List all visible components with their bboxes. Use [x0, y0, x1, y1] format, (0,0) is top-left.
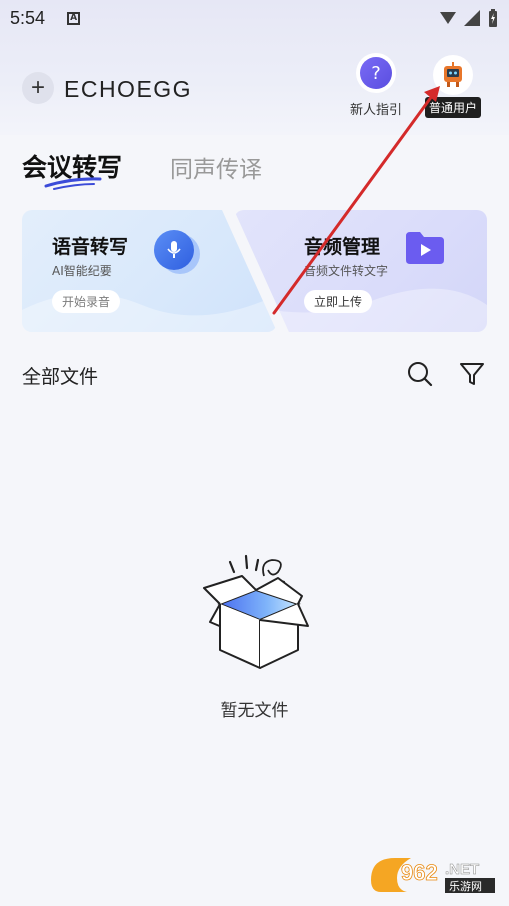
card-title: 语音转写 [52, 236, 129, 258]
audio-management-card[interactable]: 音频管理 音频文件转文字 立即上传 [234, 210, 487, 332]
user-type-badge: 普通用户 [424, 97, 481, 118]
watermark-site: 乐游网 [449, 880, 482, 893]
cell-signal-icon [464, 10, 480, 26]
new-user-guide-button[interactable]: ? 新人指引 [346, 57, 406, 118]
user-profile-button[interactable]: 普通用户 [420, 57, 486, 118]
search-icon[interactable] [406, 360, 434, 388]
status-indicators [439, 8, 499, 28]
watermark-suffix: .NET [445, 861, 479, 878]
watermark-logo: 962 .NET 乐游网 [367, 852, 501, 900]
notification-icon: A [67, 11, 81, 25]
filter-icon[interactable] [458, 360, 486, 388]
microphone-icon [154, 230, 194, 270]
guide-label: 新人指引 [349, 103, 402, 118]
add-button[interactable]: + [22, 72, 54, 104]
signal-icon [440, 12, 456, 24]
voice-transcription-card[interactable]: 语音转写 AI智能纪要 开始录音 [22, 210, 277, 332]
empty-label: 暂无文件 [220, 701, 289, 721]
tab-underline-icon [44, 177, 102, 190]
battery-icon [489, 9, 497, 27]
video-folder-icon [404, 230, 446, 270]
status-bar: 5:54 A [0, 0, 509, 36]
brand-logo: ECHOEGG [64, 76, 193, 102]
card-wave-decoration [22, 293, 277, 332]
status-time: 5:54 [10, 7, 46, 28]
robot-avatar-icon [435, 57, 471, 93]
watermark-number: 962 [401, 860, 438, 885]
all-files-title: 全部文件 [22, 366, 99, 388]
empty-box-icon [203, 554, 309, 669]
card-title: 音频管理 [304, 236, 381, 258]
question-icon: ? [360, 57, 392, 89]
tab-simultaneous-interpretation[interactable]: 同声传译 [170, 150, 262, 184]
annotation-arrow-icon [272, 86, 440, 315]
